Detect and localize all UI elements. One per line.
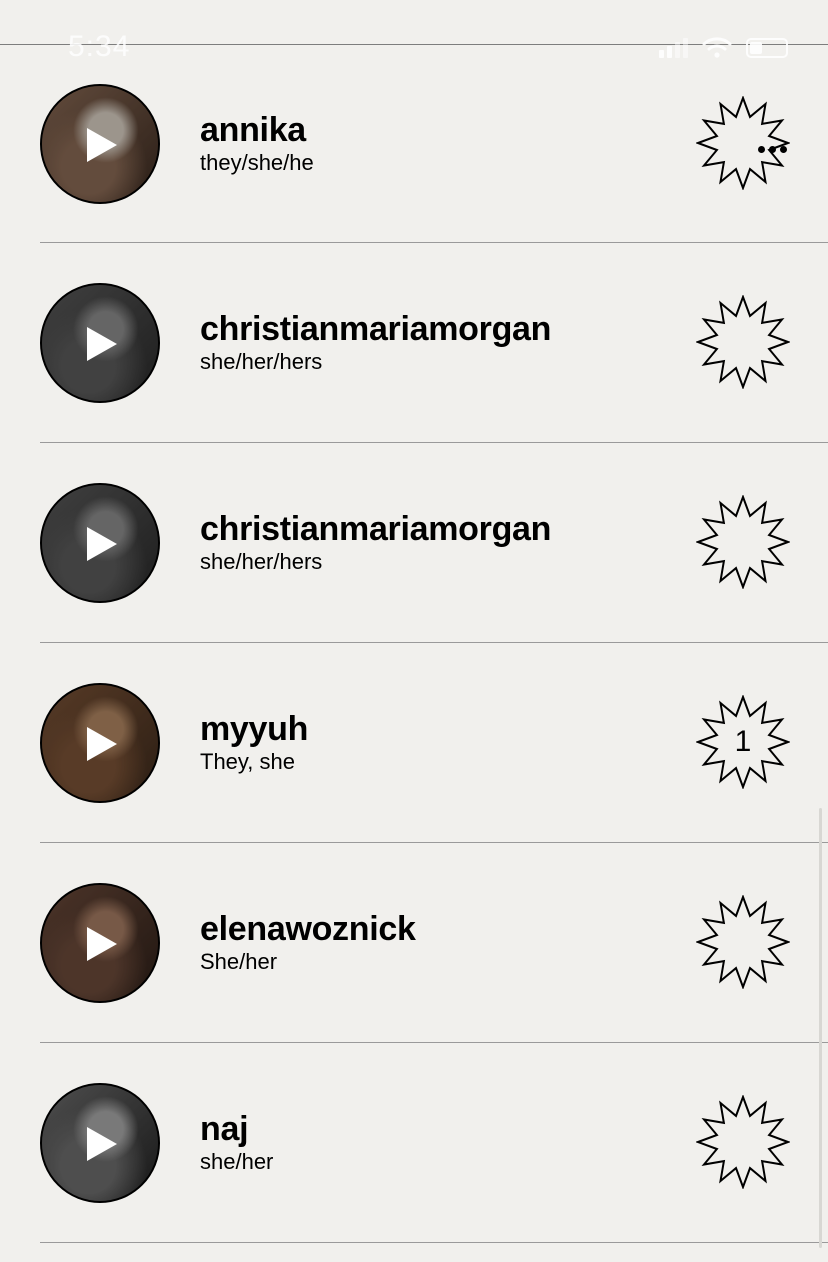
- pronouns: they/she/he: [200, 150, 314, 175]
- scrollbar[interactable]: [819, 808, 822, 1248]
- more-dots-icon[interactable]: [758, 146, 787, 153]
- user-row[interactable]: annika they/she/he: [40, 44, 828, 243]
- username[interactable]: elenawoznick: [200, 911, 416, 947]
- user-list: annika they/she/he christianmariamorgan she…: [0, 44, 828, 1243]
- play-icon[interactable]: [87, 327, 117, 361]
- username[interactable]: christianmariamorgan: [200, 511, 551, 547]
- pronouns: She/her: [200, 949, 278, 974]
- reaction-count: [696, 295, 790, 389]
- user-info: christianmariamorgan she/her/hers: [200, 511, 551, 575]
- user-row[interactable]: christianmariamorgan she/her/hers: [40, 443, 828, 643]
- pronouns: she/her: [200, 1149, 274, 1174]
- user-info: christianmariamorgan she/her/hers: [200, 311, 551, 375]
- user-row[interactable]: myyuh They, she 1: [40, 643, 828, 843]
- starburst-icon[interactable]: [696, 895, 790, 989]
- pronouns: she/her/hers: [200, 549, 323, 574]
- avatar-video[interactable]: [40, 283, 160, 403]
- username[interactable]: christianmariamorgan: [200, 311, 551, 347]
- reaction-count: [696, 96, 790, 190]
- reaction-count: [696, 1095, 790, 1189]
- user-row[interactable]: naj she/her: [40, 1043, 828, 1243]
- avatar-video[interactable]: [40, 483, 160, 603]
- user-info: elenawoznick She/her: [200, 911, 416, 975]
- username[interactable]: annika: [200, 112, 314, 148]
- starburst-icon[interactable]: [696, 96, 790, 190]
- user-info: myyuh They, she: [200, 711, 308, 775]
- play-icon[interactable]: [87, 927, 117, 961]
- starburst-icon[interactable]: [696, 1095, 790, 1189]
- reaction-count: [696, 895, 790, 989]
- user-row[interactable]: christianmariamorgan she/her/hers: [40, 243, 828, 443]
- avatar-video[interactable]: [40, 1083, 160, 1203]
- avatar-video[interactable]: [40, 683, 160, 803]
- reaction-count: 1: [734, 725, 752, 758]
- reaction-count: [696, 495, 790, 589]
- starburst-icon[interactable]: [696, 495, 790, 589]
- user-info: annika they/she/he: [200, 112, 314, 176]
- starburst-icon[interactable]: [696, 295, 790, 389]
- play-icon[interactable]: [87, 128, 117, 162]
- user-info: naj she/her: [200, 1111, 273, 1175]
- play-icon[interactable]: [87, 527, 117, 561]
- pronouns: she/her/hers: [200, 349, 323, 374]
- username[interactable]: myyuh: [200, 711, 308, 747]
- user-row[interactable]: elenawoznick She/her: [40, 843, 828, 1043]
- pronouns: They, she: [200, 749, 295, 774]
- username[interactable]: naj: [200, 1111, 273, 1147]
- starburst-icon[interactable]: 1: [696, 695, 790, 789]
- play-icon[interactable]: [87, 1127, 117, 1161]
- avatar-video[interactable]: [40, 883, 160, 1003]
- avatar-video[interactable]: [40, 84, 160, 204]
- play-icon[interactable]: [87, 727, 117, 761]
